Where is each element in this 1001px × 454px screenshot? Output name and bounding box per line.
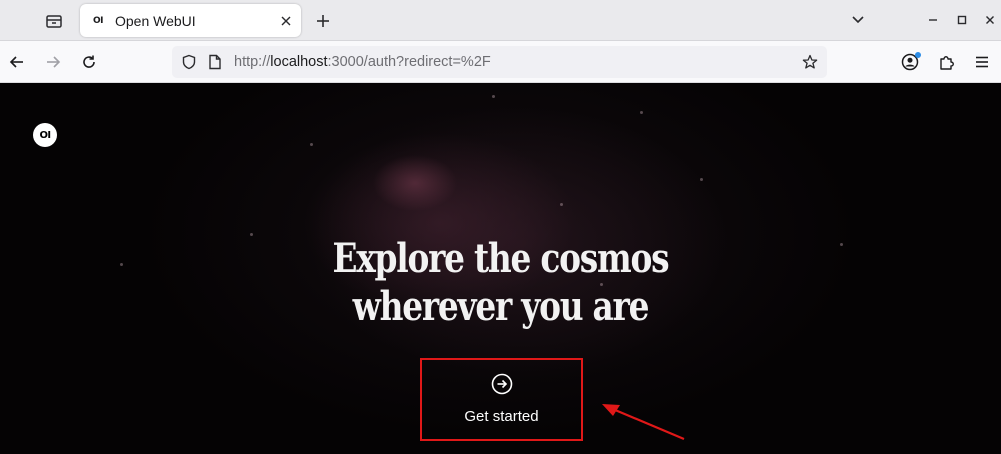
tab-favicon: OI [93,15,104,26]
get-started-button[interactable]: Get started [420,358,583,441]
page-content: OI Explore the cosmos wherever you are G… [0,83,1001,454]
close-icon[interactable] [277,12,295,30]
arrow-left-icon[interactable] [3,48,31,76]
background-star [640,111,643,114]
arrow-right-circle-icon [491,373,513,395]
plus-icon[interactable] [310,8,336,34]
chevron-down-icon[interactable] [846,8,870,32]
tab-strip: OI Open WebUI [0,0,1001,41]
star-icon[interactable] [799,51,821,73]
url-rest: :3000/auth?redirect=%2F [327,54,491,70]
page-icon[interactable] [204,51,226,73]
open-webui-logo: OI [33,123,57,147]
hero-heading: Explore the cosmos wherever you are [90,235,911,331]
background-star [560,203,563,206]
maximize-window-icon[interactable] [950,8,974,32]
url-host: localhost [270,54,328,70]
tab-title: Open WebUI [115,12,196,29]
account-notification-dot [915,52,921,58]
account-icon[interactable] [896,48,924,76]
puzzle-icon[interactable] [933,48,961,76]
url-scheme: http:// [234,54,271,70]
url-text[interactable]: http://localhost:3000/auth?redirect=%2F [234,54,491,70]
close-window-icon[interactable] [978,8,1001,32]
address-bar[interactable]: http://localhost:3000/auth?redirect=%2F [172,46,827,78]
navigation-toolbar: http://localhost:3000/auth?redirect=%2F [0,41,1001,83]
background-star [492,95,495,98]
background-star [700,178,703,181]
hero-line-1: Explore the cosmos [332,235,669,282]
hamburger-menu-icon[interactable] [968,48,996,76]
shield-icon[interactable] [178,51,200,73]
browser-tab-open-webui[interactable]: OI Open WebUI [80,4,301,37]
tab-overview-icon[interactable] [40,8,68,34]
annotation-arrow-icon [602,404,685,441]
minimize-window-icon[interactable] [921,8,945,32]
hero-line-2: wherever you are [352,283,650,330]
get-started-label: Get started [464,407,539,425]
arrow-right-icon[interactable] [39,48,67,76]
background-star [310,143,313,146]
reload-icon[interactable] [75,48,103,76]
